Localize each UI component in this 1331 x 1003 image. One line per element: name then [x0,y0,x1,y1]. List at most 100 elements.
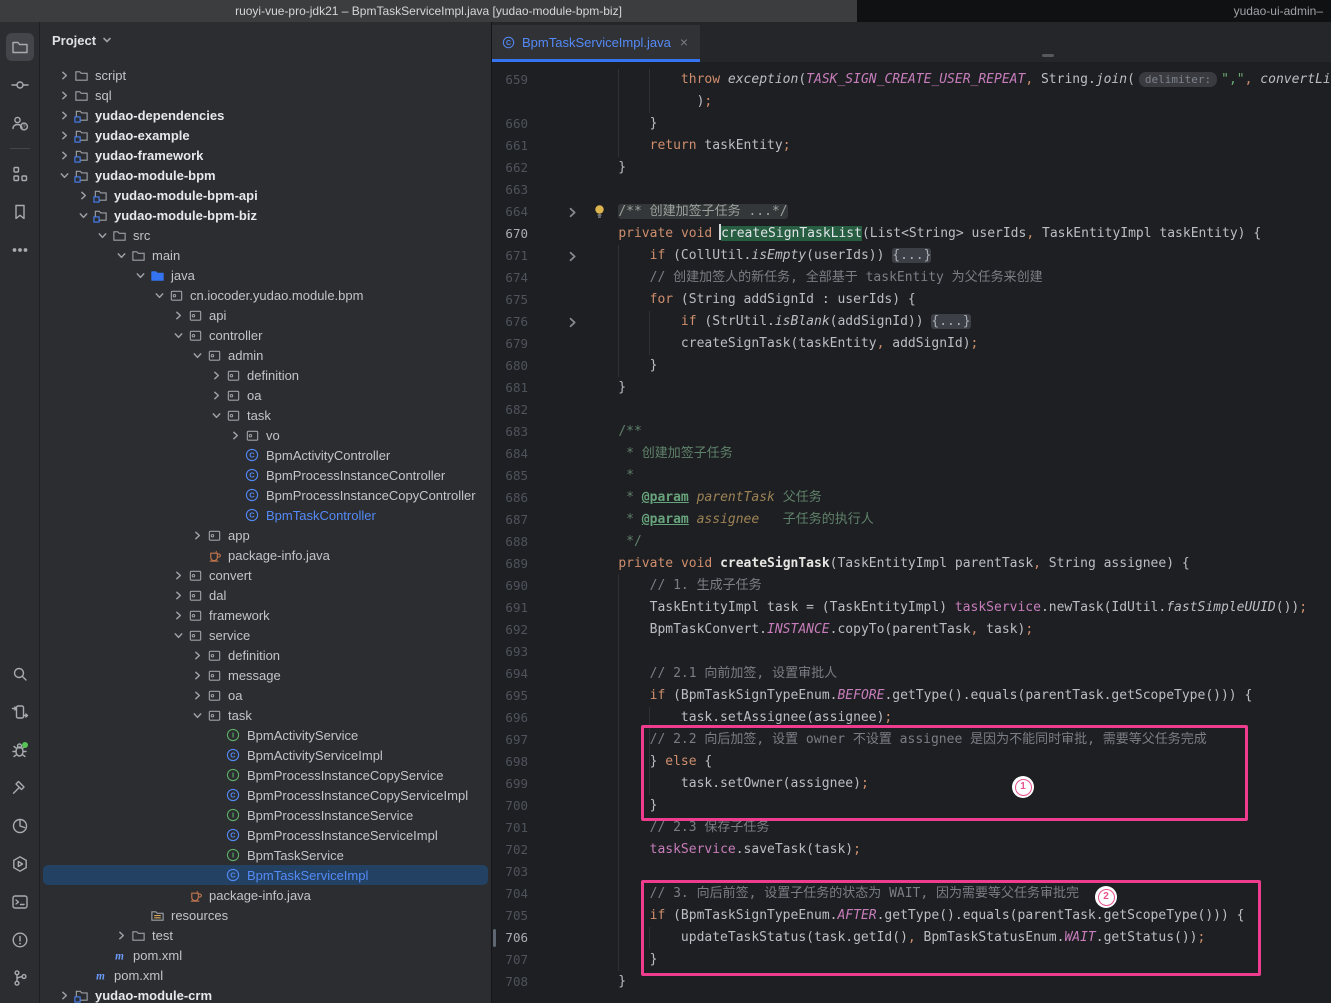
line-number[interactable]: 659 [492,69,528,91]
line-number[interactable]: 693 [492,641,528,663]
line-number[interactable]: 690 [492,575,528,597]
code-line-670[interactable]: 670 private void createSignTaskList(List… [492,223,1331,245]
line-number[interactable]: 705 [492,905,528,927]
tree-item-bpmtaskserviceimpl[interactable]: CBpmTaskServiceImpl [40,865,491,885]
line-number[interactable]: 687 [492,509,528,531]
fold-icon[interactable] [566,315,580,329]
tree-item-app[interactable]: app [40,525,491,545]
code-line-662[interactable]: 662 } [492,157,1331,179]
tree-item-package-info-java[interactable]: package-info.java [40,545,491,565]
tree-item-cn-iocoder-yudao-module-bpm[interactable]: cn.iocoder.yudao.module.bpm [40,285,491,305]
chevron-collapsed-icon[interactable] [56,110,72,121]
line-number[interactable]: 691 [492,597,528,619]
code-line-686[interactable]: 686 * @param parentTask 父任务 [492,487,1331,509]
chevron-expanded-icon[interactable] [170,330,186,341]
more-tool-windows-icon[interactable] [6,236,34,264]
code-line-688[interactable]: 688 */ [492,531,1331,553]
tab-bpmtaskserviceimpl[interactable]: C BpmTaskServiceImpl.java × [492,25,700,62]
line-number[interactable]: 674 [492,267,528,289]
code-line-684[interactable]: 684 * 创建加签子任务 [492,443,1331,465]
line-number[interactable]: 671 [492,245,528,267]
chevron-expanded-icon[interactable] [151,290,167,301]
build-icon[interactable] [6,774,34,802]
pull-requests-icon[interactable]: ? [6,109,34,137]
tree-item-bpmprocessinstancecopyservice[interactable]: IBpmProcessInstanceCopyService [40,765,491,785]
debug-icon[interactable] [6,736,34,764]
tree-item-yudao-module-bpm[interactable]: yudao-module-bpm [40,165,491,185]
chevron-collapsed-icon[interactable] [189,670,205,681]
chevron-collapsed-icon[interactable] [189,690,205,701]
line-number[interactable]: 706 [492,927,528,949]
project-icon[interactable] [6,33,34,61]
chevron-collapsed-icon[interactable] [208,390,224,401]
tree-item-yudao-module-bpm-biz[interactable]: yudao-module-bpm-biz [40,205,491,225]
line-number[interactable]: 701 [492,817,528,839]
line-number[interactable]: 664 [492,201,528,223]
tree-item-bpmprocessinstancecopyserviceimpl[interactable]: CBpmProcessInstanceCopyServiceImpl [40,785,491,805]
code-line-682[interactable]: 682 [492,399,1331,421]
tree-item-oa[interactable]: oa [40,685,491,705]
tree-item-vo[interactable]: vo [40,425,491,445]
tree-item-task[interactable]: task [40,405,491,425]
git-icon[interactable] [6,964,34,992]
line-number[interactable]: 703 [492,861,528,883]
tree-item-task[interactable]: task [40,705,491,725]
tree-item-bpmprocessinstanceservice[interactable]: IBpmProcessInstanceService [40,805,491,825]
chevron-expanded-icon[interactable] [189,710,205,721]
chevron-collapsed-icon[interactable] [227,430,243,441]
line-number[interactable]: 670 [492,223,528,245]
chevron-collapsed-icon[interactable] [189,530,205,541]
line-number[interactable]: 681 [492,377,528,399]
structure-icon[interactable] [6,160,34,188]
fold-icon[interactable] [566,249,580,263]
tree-item-bpmprocessinstanceserviceimpl[interactable]: CBpmProcessInstanceServiceImpl [40,825,491,845]
line-number[interactable]: 699 [492,773,528,795]
tree-item-bpmactivityserviceimpl[interactable]: CBpmActivityServiceImpl [40,745,491,765]
line-number[interactable]: 676 [492,311,528,333]
tree-item-yudao-example[interactable]: yudao-example [40,125,491,145]
profiler-icon[interactable] [6,812,34,840]
chevron-collapsed-icon[interactable] [170,590,186,601]
tree-item-bpmprocessinstancecontroller[interactable]: CBpmProcessInstanceController [40,465,491,485]
services-icon[interactable] [6,850,34,878]
tree-item-oa[interactable]: oa [40,385,491,405]
line-number[interactable]: 708 [492,971,528,993]
line-number[interactable]: 682 [492,399,528,421]
line-number[interactable]: 684 [492,443,528,465]
line-number[interactable]: 680 [492,355,528,377]
chevron-collapsed-icon[interactable] [189,650,205,661]
tree-item-yudao-framework[interactable]: yudao-framework [40,145,491,165]
tree-item-bpmprocessinstancecopycontroller[interactable]: CBpmProcessInstanceCopyController [40,485,491,505]
chevron-expanded-icon[interactable] [170,630,186,641]
line-number[interactable]: 694 [492,663,528,685]
tree-item-controller[interactable]: controller [40,325,491,345]
tree-item-java[interactable]: java [40,265,491,285]
fold-icon[interactable] [566,205,580,219]
bookmarks-icon[interactable] [6,198,34,226]
tree-item-bpmtaskcontroller[interactable]: CBpmTaskController [40,505,491,525]
problems-icon[interactable] [6,926,34,954]
chevron-collapsed-icon[interactable] [56,990,72,1001]
tree-item-yudao-module-crm[interactable]: yudao-module-crm [40,985,491,1003]
line-number[interactable]: 702 [492,839,528,861]
tree-item-api[interactable]: api [40,305,491,325]
line-number[interactable]: 692 [492,619,528,641]
chevron-expanded-icon[interactable] [208,410,224,421]
terminal-icon[interactable] [6,888,34,916]
line-number[interactable]: 695 [492,685,528,707]
tree-item-definition[interactable]: definition [40,365,491,385]
tree-item-main[interactable]: main [40,245,491,265]
code-area[interactable]: 659 throw exception(TASK_SIGN_CREATE_USE… [492,62,1331,1003]
line-number[interactable]: 696 [492,707,528,729]
line-number[interactable]: 700 [492,795,528,817]
tree-item-admin[interactable]: admin [40,345,491,365]
tree-item-test[interactable]: test [40,925,491,945]
commit-icon[interactable] [6,71,34,99]
search-icon[interactable] [6,660,34,688]
line-number[interactable]: 686 [492,487,528,509]
tree-item-pom-xml[interactable]: mpom.xml [40,945,491,965]
tree-item-yudao-module-bpm-api[interactable]: yudao-module-bpm-api [40,185,491,205]
chevron-collapsed-icon[interactable] [75,190,91,201]
chevron-collapsed-icon[interactable] [56,150,72,161]
project-panel-header[interactable]: Project [40,22,491,58]
